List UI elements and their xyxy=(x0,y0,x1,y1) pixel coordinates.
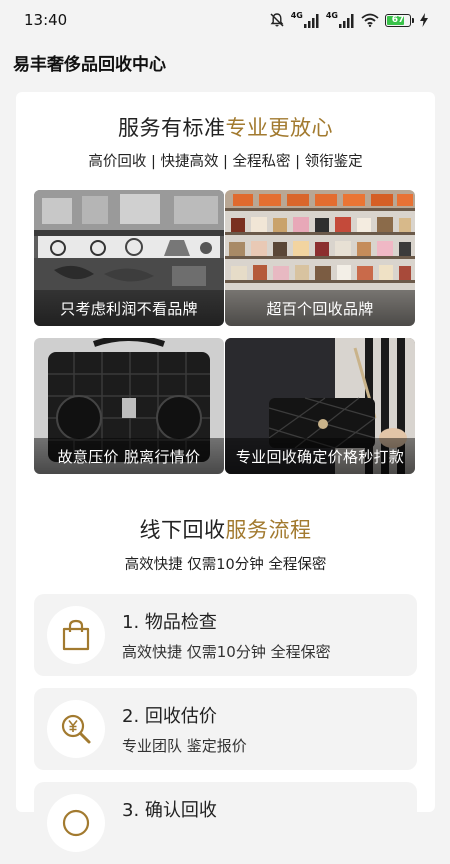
tile-brands[interactable]: 超百个回收品牌 xyxy=(225,190,415,326)
yen-magnifier-icon xyxy=(61,714,91,744)
signal-4g-icon: 4G xyxy=(291,12,320,28)
status-bar: 13:40 4G 4G 67 xyxy=(0,0,450,40)
tile-profit-only[interactable]: 只考虑利润不看品牌 xyxy=(34,190,224,326)
tile-caption: 专业回收确定价格秒打款 xyxy=(225,438,415,474)
step-valuation[interactable]: 2. 回收估价 专业团队 鉴定报价 xyxy=(34,688,417,770)
service-subtitle: 高价回收 | 快捷高效 | 全程私密 | 领衔鉴定 xyxy=(88,154,363,170)
process-subtitle: 高效快捷 仅需10分钟 全程保密 xyxy=(124,557,327,573)
battery-level: 67 xyxy=(391,15,405,25)
tile-caption: 超百个回收品牌 xyxy=(225,290,415,326)
shopping-bag-icon xyxy=(62,619,90,651)
tile-instant-payment[interactable]: 专业回收确定价格秒打款 xyxy=(225,338,415,474)
service-section-title: 服务有标准专业更放心 xyxy=(16,112,435,142)
process-title-accent: 服务流程 xyxy=(225,518,312,542)
app-header: 易丰奢侈品回收中心 xyxy=(0,40,450,84)
process-section-title: 线下回收服务流程 xyxy=(16,514,435,544)
service-title-main: 服务有标准 xyxy=(118,116,226,140)
signal-4g-icon-2: 4G xyxy=(326,12,355,28)
network-label: 4G xyxy=(290,11,303,20)
charging-icon xyxy=(420,13,428,27)
wifi-icon xyxy=(361,13,379,27)
battery-icon: 67 xyxy=(385,13,414,27)
page-title: 易丰奢侈品回收中心 xyxy=(13,54,166,75)
status-time: 13:40 xyxy=(24,11,68,29)
status-icons: 4G 4G 67 xyxy=(269,12,428,28)
step-title: 1. 物品检查 xyxy=(122,612,217,633)
step-inspection[interactable]: 1. 物品检查 高效快捷 仅需10分钟 全程保密 xyxy=(34,594,417,676)
step-desc: 专业团队 鉴定报价 xyxy=(122,737,247,755)
step-title: 2. 回收估价 xyxy=(122,706,217,727)
step-confirm[interactable]: 3. 确认回收 xyxy=(34,782,417,864)
step-icon-circle xyxy=(47,606,105,664)
process-title-main: 线下回收 xyxy=(139,518,226,542)
tile-caption: 故意压价 脱离行情价 xyxy=(34,438,224,474)
step-icon xyxy=(62,809,90,837)
step-icon-circle xyxy=(47,794,105,852)
service-title-accent: 专业更放心 xyxy=(225,116,333,140)
step-desc: 高效快捷 仅需10分钟 全程保密 xyxy=(122,643,331,661)
tile-caption: 只考虑利润不看品牌 xyxy=(34,290,224,326)
content-card: 服务有标准专业更放心 高价回收 | 快捷高效 | 全程私密 | 领衔鉴定 只考虑… xyxy=(16,92,435,864)
mute-icon xyxy=(269,12,285,28)
step-icon-circle xyxy=(47,700,105,758)
tile-price-suppression[interactable]: 故意压价 脱离行情价 xyxy=(34,338,224,474)
network-label-2: 4G xyxy=(325,11,338,20)
